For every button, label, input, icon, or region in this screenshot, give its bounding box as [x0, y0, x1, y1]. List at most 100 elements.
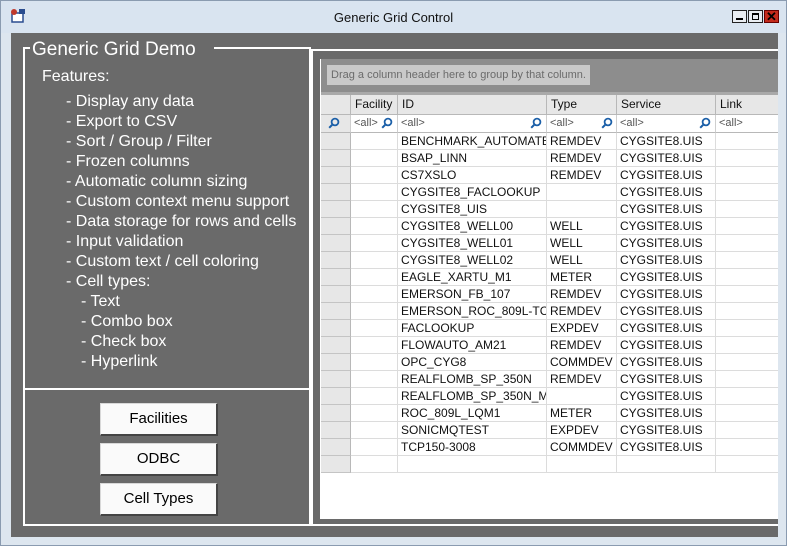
cell-service[interactable]: CYGSITE8.UIS [617, 320, 716, 337]
cell-types-button[interactable]: Cell Types [100, 483, 218, 516]
title-bar[interactable]: Generic Grid Control ✕ [1, 1, 786, 33]
cell-facility[interactable] [351, 269, 398, 286]
cell-facility[interactable] [351, 286, 398, 303]
cell-facility[interactable] [351, 405, 398, 422]
cell-link[interactable] [716, 354, 778, 371]
row-header[interactable] [321, 235, 351, 252]
row-header[interactable] [321, 303, 351, 320]
close-button[interactable]: ✕ [764, 9, 779, 24]
row-header[interactable] [321, 405, 351, 422]
search-icon[interactable] [699, 117, 711, 129]
cell-link[interactable] [716, 405, 778, 422]
cell-facility[interactable] [351, 218, 398, 235]
row-header[interactable] [321, 456, 351, 473]
cell-type[interactable]: WELL [547, 235, 617, 252]
cell-facility[interactable] [351, 150, 398, 167]
row-header[interactable] [321, 218, 351, 235]
cell-service[interactable]: CYGSITE8.UIS [617, 235, 716, 252]
cell-service[interactable]: CYGSITE8.UIS [617, 150, 716, 167]
cell-type[interactable]: METER [547, 269, 617, 286]
cell-facility[interactable] [351, 456, 398, 473]
row-header[interactable] [321, 371, 351, 388]
row-header[interactable] [321, 286, 351, 303]
cell-link[interactable] [716, 167, 778, 184]
filter-id[interactable]: <all> [398, 115, 547, 133]
cell-type[interactable]: WELL [547, 218, 617, 235]
cell-link[interactable] [716, 235, 778, 252]
column-header-link[interactable]: Link [716, 95, 778, 115]
cell-id[interactable]: CYGSITE8_FACLOOKUP [398, 184, 547, 201]
cell-link[interactable] [716, 286, 778, 303]
cell-link[interactable] [716, 456, 778, 473]
cell-facility[interactable] [351, 337, 398, 354]
cell-link[interactable] [716, 337, 778, 354]
cell-service[interactable]: CYGSITE8.UIS [617, 371, 716, 388]
cell-service[interactable]: CYGSITE8.UIS [617, 354, 716, 371]
cell-link[interactable] [716, 371, 778, 388]
cell-service[interactable]: CYGSITE8.UIS [617, 337, 716, 354]
maximize-button[interactable] [748, 10, 763, 23]
cell-facility[interactable] [351, 235, 398, 252]
cell-id[interactable]: EMERSON_FB_107 [398, 286, 547, 303]
cell-service[interactable]: CYGSITE8.UIS [617, 218, 716, 235]
cell-id[interactable]: OPC_CYG8 [398, 354, 547, 371]
cell-id[interactable]: REALFLOMB_SP_350N_M1 [398, 388, 547, 405]
column-header-type[interactable]: Type [547, 95, 617, 115]
cell-link[interactable] [716, 252, 778, 269]
row-header-corner[interactable] [321, 95, 351, 115]
cell-service[interactable]: CYGSITE8.UIS [617, 405, 716, 422]
cell-id[interactable]: REALFLOMB_SP_350N [398, 371, 547, 388]
filter-type[interactable]: <all> [547, 115, 617, 133]
minimize-button[interactable] [732, 10, 747, 23]
cell-type[interactable]: REMDEV [547, 371, 617, 388]
cell-service[interactable]: CYGSITE8.UIS [617, 252, 716, 269]
filter-facility[interactable]: <all> [351, 115, 398, 133]
cell-type[interactable] [547, 388, 617, 405]
cell-id[interactable]: BSAP_LINN [398, 150, 547, 167]
cell-link[interactable] [716, 218, 778, 235]
cell-type[interactable] [547, 184, 617, 201]
cell-service[interactable]: CYGSITE8.UIS [617, 286, 716, 303]
cell-service[interactable]: CYGSITE8.UIS [617, 439, 716, 456]
row-header[interactable] [321, 354, 351, 371]
filter-link[interactable]: <all> [716, 115, 778, 133]
cell-facility[interactable] [351, 354, 398, 371]
cell-id[interactable]: CYGSITE8_UIS [398, 201, 547, 218]
cell-service[interactable]: CYGSITE8.UIS [617, 167, 716, 184]
cell-id[interactable]: EMERSON_ROC_809L-TCP [398, 303, 547, 320]
cell-service[interactable]: CYGSITE8.UIS [617, 133, 716, 150]
cell-service[interactable]: CYGSITE8.UIS [617, 184, 716, 201]
row-header[interactable] [321, 320, 351, 337]
cell-id[interactable]: CYGSITE8_WELL00 [398, 218, 547, 235]
row-header[interactable] [321, 201, 351, 218]
cell-type[interactable]: WELL [547, 252, 617, 269]
cell-facility[interactable] [351, 252, 398, 269]
cell-link[interactable] [716, 150, 778, 167]
cell-id[interactable]: CYGSITE8_WELL01 [398, 235, 547, 252]
cell-service[interactable]: CYGSITE8.UIS [617, 201, 716, 218]
cell-facility[interactable] [351, 201, 398, 218]
cell-type[interactable]: COMMDEV [547, 354, 617, 371]
row-header[interactable] [321, 439, 351, 456]
cell-id[interactable]: TCP150-3008 [398, 439, 547, 456]
search-icon[interactable] [601, 117, 613, 129]
cell-id[interactable]: ROC_809L_LQM1 [398, 405, 547, 422]
cell-type[interactable] [547, 201, 617, 218]
cell-service[interactable]: CYGSITE8.UIS [617, 303, 716, 320]
cell-link[interactable] [716, 269, 778, 286]
odbc-button[interactable]: ODBC [100, 443, 218, 476]
cell-link[interactable] [716, 388, 778, 405]
row-header[interactable] [321, 150, 351, 167]
cell-facility[interactable] [351, 422, 398, 439]
cell-type[interactable]: REMDEV [547, 303, 617, 320]
row-header[interactable] [321, 167, 351, 184]
cell-type[interactable] [547, 456, 617, 473]
row-header[interactable] [321, 269, 351, 286]
cell-id[interactable]: FACLOOKUP [398, 320, 547, 337]
cell-link[interactable] [716, 184, 778, 201]
column-header-service[interactable]: Service [617, 95, 716, 115]
cell-facility[interactable] [351, 371, 398, 388]
facilities-button[interactable]: Facilities [100, 403, 218, 436]
group-by-panel[interactable]: Drag a column header here to group by th… [321, 59, 778, 92]
filter-service[interactable]: <all> [617, 115, 716, 133]
